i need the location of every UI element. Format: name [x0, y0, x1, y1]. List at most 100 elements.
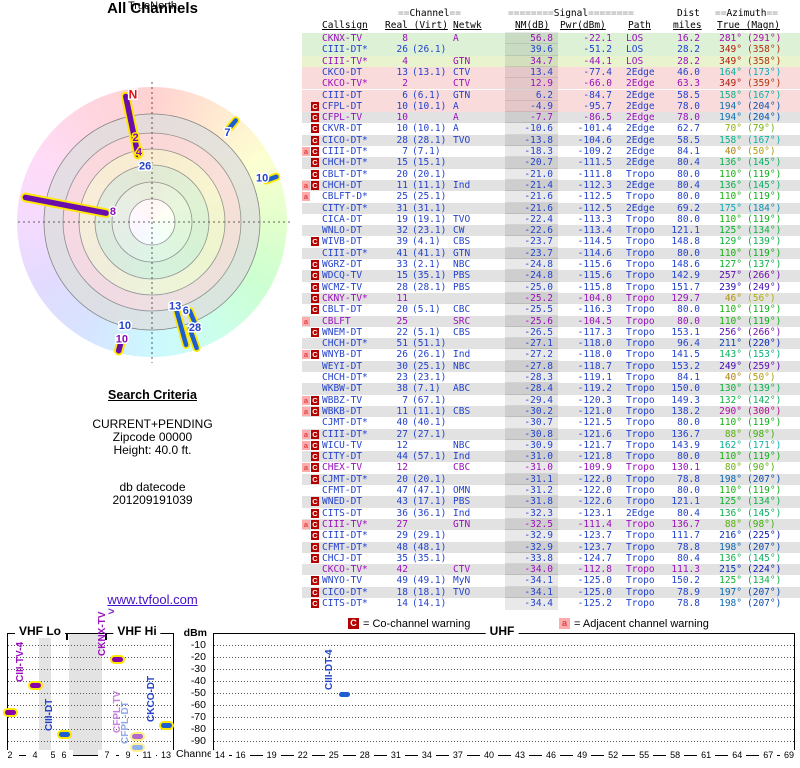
cell-true-azimuth: 158°: [719, 134, 742, 146]
cell-pwr-dbm: -22.1: [583, 33, 612, 44]
cell-real-channel: 8: [402, 33, 408, 44]
cell-path: Tropo: [626, 598, 655, 609]
cell-path: Tropo: [626, 496, 655, 508]
co-channel-warning-badge: C: [311, 124, 319, 134]
adjacent-warning-badge: a: [302, 395, 310, 405]
cell-miles: 80.4: [677, 157, 700, 169]
cell-real-channel: 30: [396, 360, 408, 372]
cell-nm-db: -34.4: [524, 598, 553, 609]
cell-pwr-dbm: -111.4: [577, 518, 612, 530]
cell-callsign: CITS-DT: [322, 507, 363, 519]
cell-network: GTN: [453, 247, 471, 259]
cell-path: Tropo: [626, 575, 655, 587]
cell-virtual-channel: (11.1): [412, 179, 447, 191]
cell-virtual-channel: (14.1): [412, 598, 447, 609]
co-channel-warning-badge: C: [311, 305, 319, 315]
cell-miles: 80.0: [677, 191, 700, 203]
cell-miles: 80.0: [677, 304, 700, 316]
tvfool-link[interactable]: www.tvfool.com: [107, 592, 197, 607]
adjacent-warning-badge: a: [302, 192, 310, 202]
cell-true-azimuth: 110°: [719, 247, 742, 259]
channel-tick-label: 58: [666, 750, 685, 760]
dbm-gridline: [8, 717, 173, 718]
cell-true-azimuth: 194°: [719, 100, 742, 112]
cell-callsign: CITY-DT: [322, 451, 363, 463]
cell-callsign: CHCH-DT*: [322, 157, 368, 169]
cell-path: Tropo: [626, 247, 655, 259]
cell-miles: 80.4: [677, 179, 700, 191]
cell-virtual-channel: (40.1): [412, 417, 447, 429]
cell-pwr-dbm: -86.5: [583, 112, 612, 124]
cell-network: GTN: [453, 55, 471, 67]
channel-tick-label: 9: [119, 750, 137, 760]
tvfool-report: All Channels TrueNorth N 2 4 26 7 10 8 13 6 28 10 1…: [0, 0, 800, 768]
cell-pwr-dbm: -123.7: [577, 530, 612, 542]
cell-network: Ind: [453, 349, 471, 361]
cell-true-azimuth: 110°: [719, 417, 742, 429]
cell-real-channel: 7: [402, 146, 408, 157]
cell-miles: 58.5: [677, 134, 700, 146]
cell-true-azimuth: 158°: [719, 89, 742, 101]
cell-path: Tropo: [626, 552, 655, 564]
cell-callsign: CKNY-TV*: [322, 292, 368, 304]
cell-callsign: CJMT-DT*: [322, 417, 368, 429]
cell-true-azimuth: 281°: [719, 33, 742, 44]
channel-tick-label: 28: [355, 750, 374, 760]
dbm-gridline: [8, 657, 173, 658]
cell-real-channel: 10: [396, 112, 408, 124]
cell-callsign: CICO-DT*: [322, 586, 368, 598]
cell-real-channel: 2: [402, 78, 408, 90]
cell-callsign: CIII-DT: [322, 89, 363, 101]
cell-real-channel: 51: [396, 338, 408, 350]
cell-callsign: CITY-DT*: [322, 202, 368, 214]
cell-real-channel: 13: [396, 66, 408, 78]
cell-pwr-dbm: -51.2: [583, 44, 612, 56]
cell-magnetic-azimuth: (207°): [747, 598, 782, 609]
cell-callsign: CBLT-DT*: [322, 168, 368, 180]
cell-miles: 80.0: [677, 451, 700, 463]
station-rotated-label: CIII-TV-4: [15, 641, 26, 682]
cell-path: Tropo: [626, 405, 655, 417]
cell-network: GTN: [453, 89, 471, 101]
cell-pwr-dbm: -111.5: [577, 157, 612, 169]
cell-magnetic-azimuth: (98°): [747, 428, 776, 440]
cell-true-azimuth: 162°: [719, 439, 742, 451]
cell-magnetic-azimuth: (79°): [747, 123, 776, 135]
cell-network: A: [453, 33, 459, 44]
cell-magnetic-azimuth: (50°): [747, 146, 776, 157]
cell-virtual-channel: (51.1): [412, 338, 447, 350]
cell-magnetic-azimuth: (167°): [747, 134, 782, 146]
co-channel-warning-badge: C: [311, 553, 319, 563]
cell-network: TVO: [453, 586, 471, 598]
dbm-tick-label: -20: [190, 651, 206, 663]
cell-pwr-dbm: -118.0: [577, 349, 612, 361]
channel-tick-label: 67: [759, 750, 778, 760]
cell-magnetic-azimuth: (173°): [747, 66, 782, 78]
cell-pwr-dbm: -118.7: [577, 360, 612, 372]
cell-callsign: CBLFT-D*: [322, 191, 368, 203]
cell-miles: 151.7: [671, 281, 700, 293]
cell-magnetic-azimuth: (56°): [747, 292, 776, 304]
cell-real-channel: 12: [396, 462, 408, 474]
bracket-tick: [66, 633, 68, 640]
co-channel-warning-badge: C: [311, 260, 319, 269]
cell-pwr-dbm: -121.0: [577, 405, 612, 417]
cell-pwr-dbm: -112.5: [577, 202, 612, 214]
cell-network: TVO: [453, 134, 471, 146]
cell-miles: 96.4: [677, 338, 700, 350]
cell-real-channel: 33: [396, 259, 408, 270]
cell-virtual-channel: (19.1): [412, 213, 447, 225]
station-rotated-label: CFPL-TV: [112, 690, 123, 733]
cell-callsign: WNLO-DT: [322, 225, 363, 237]
channel-label: 10: [256, 172, 268, 184]
cell-magnetic-azimuth: (358°): [747, 55, 782, 67]
channel-tick-label: 31: [386, 750, 405, 760]
cell-path: Tropo: [626, 259, 655, 270]
cell-real-channel: 23: [396, 372, 408, 383]
cell-virtual-channel: (10.1): [412, 100, 447, 112]
cell-virtual-channel: (26.1): [412, 349, 447, 361]
cell-miles: 143.9: [671, 439, 700, 451]
cell-true-azimuth: 80°: [724, 462, 742, 474]
adjacent-warning-badge: a: [302, 519, 310, 529]
cell-magnetic-azimuth: (225°): [747, 530, 782, 542]
